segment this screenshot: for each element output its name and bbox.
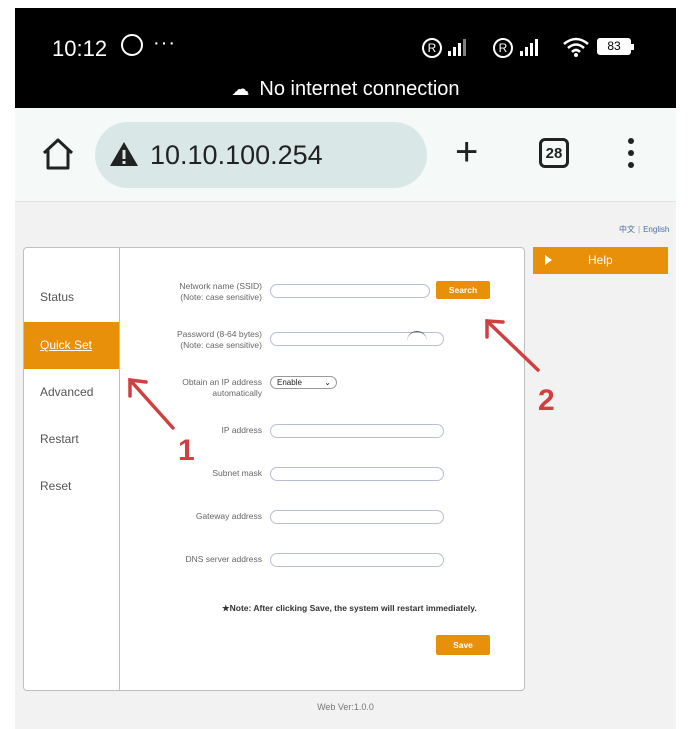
annotation-arrows [128, 319, 540, 430]
annotation-label-1: 1 [178, 434, 195, 467]
annotation-label-2: 2 [538, 384, 555, 417]
phone-screen: 10:12 ··· R R 83 ☁ No internet connection [15, 8, 676, 729]
